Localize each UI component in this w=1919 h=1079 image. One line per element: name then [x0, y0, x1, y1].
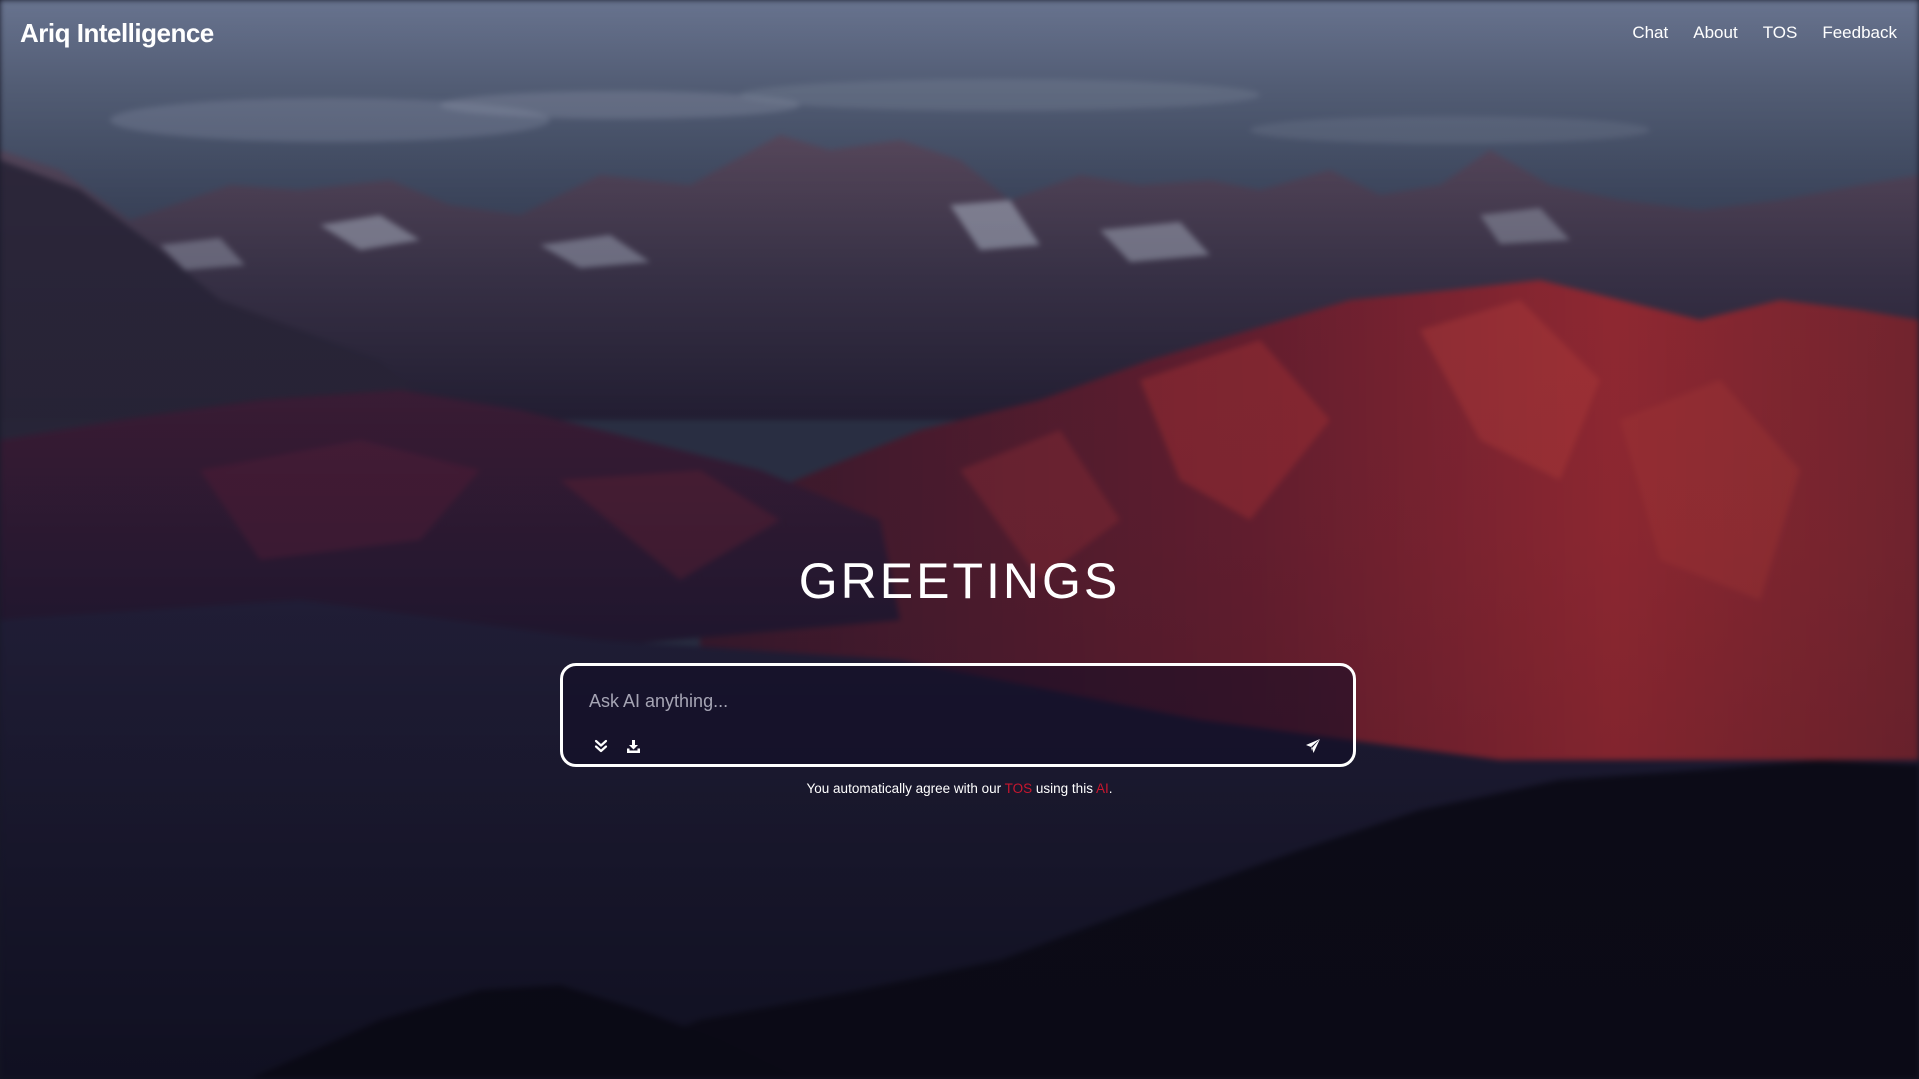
greeting-title: GREETINGS [798, 553, 1121, 609]
send-icon [1306, 739, 1320, 753]
background-overlay [0, 0, 1919, 1079]
disclaimer-tos-link[interactable]: TOS [1005, 781, 1033, 796]
disclaimer-prefix: You automatically agree with our [806, 781, 1005, 796]
expand-button[interactable] [591, 736, 611, 756]
chat-input-box [560, 663, 1356, 767]
chat-input[interactable] [587, 686, 1331, 716]
nav-link-tos[interactable]: TOS [1763, 23, 1798, 43]
download-button[interactable] [623, 736, 643, 756]
page: Ariq Intelligence Chat About TOS Feedbac… [0, 0, 1919, 1079]
download-icon [626, 739, 640, 753]
nav-link-chat[interactable]: Chat [1632, 23, 1668, 43]
brand-logo[interactable]: Ariq Intelligence [20, 18, 214, 49]
nav-link-about[interactable]: About [1693, 23, 1737, 43]
double-chevron-down-icon [594, 739, 608, 753]
disclaimer-suffix: . [1108, 781, 1113, 796]
send-button[interactable] [1303, 736, 1323, 756]
tos-disclaimer: You automatically agree with our TOS usi… [0, 781, 1919, 796]
disclaimer-middle: using this [1032, 781, 1096, 796]
disclaimer-ai-link[interactable]: AI [1096, 781, 1109, 796]
nav-link-feedback[interactable]: Feedback [1822, 23, 1897, 43]
top-nav: Chat About TOS Feedback [1632, 23, 1897, 43]
